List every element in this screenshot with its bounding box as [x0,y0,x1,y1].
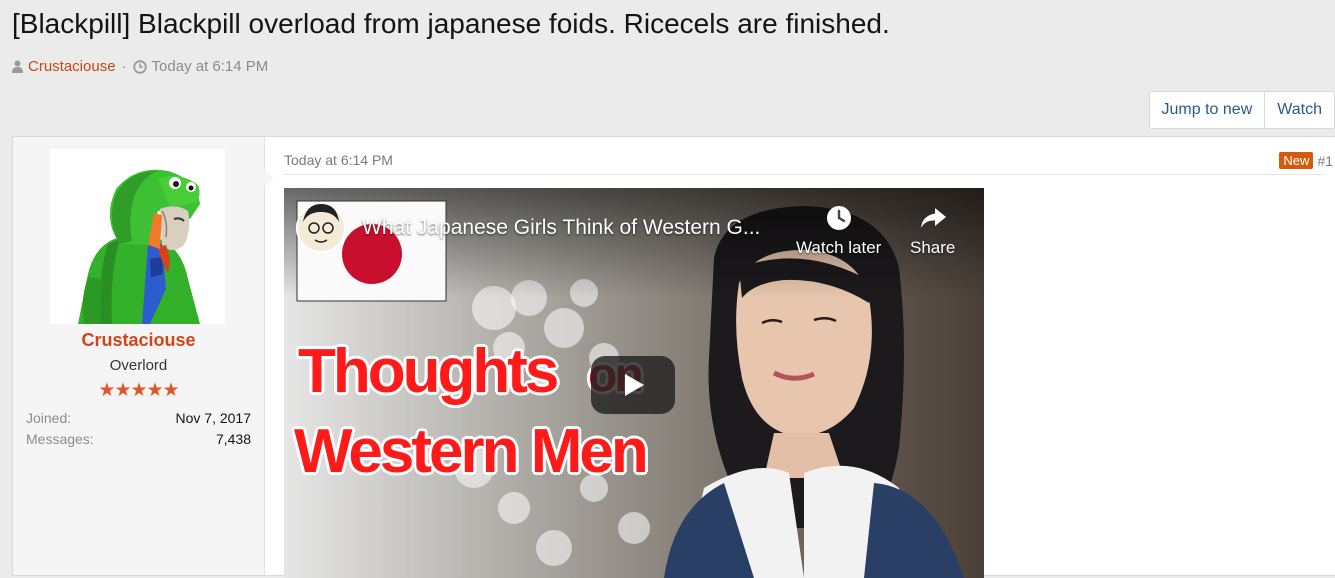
thread-date[interactable]: Today at 6:14 PM [152,58,269,75]
thread-title: [Blackpill] Blackpill overload from japa… [12,8,890,39]
user-title: Overlord [109,357,168,374]
jump-to-new-button[interactable]: Jump to new [1150,92,1265,128]
joined-value: Nov 7, 2017 [175,410,252,426]
message-date[interactable]: Today at 6:14 PM [284,152,393,168]
new-badge: New [1279,152,1314,169]
meta-separator: · [121,58,127,75]
share-button[interactable]: Share [910,204,955,258]
video-embed[interactable]: What Japanese Girls Think of Western G..… [284,188,984,578]
watch-later-button[interactable]: Watch later [796,204,881,258]
messages-label: Messages: [26,431,94,447]
play-button[interactable] [591,356,675,414]
thumbnail-text-thoughts: Thoughts [298,337,559,406]
clock-icon [132,59,147,74]
messages-value[interactable]: 7,438 [216,431,251,447]
userbox-arrow [264,169,274,187]
username-link[interactable]: Crustaciouse [13,330,264,351]
watch-later-label: Watch later [796,238,882,257]
video-title-link[interactable]: What Japanese Girls Think of Western G..… [362,216,760,240]
user-icon [12,60,23,73]
clock-icon [825,204,853,232]
message-divider [284,174,1323,175]
watch-button[interactable]: Watch [1264,92,1334,128]
user-rank-stars: ★★★★★ [98,380,179,401]
thread-actions: Jump to new Watch [1148,91,1335,129]
thread-author-link[interactable]: Crustaciouse [28,58,116,75]
message-meta: New #1 [1279,152,1333,169]
thread-meta: Crustaciouse · Today at 6:14 PM [12,58,268,75]
share-icon [919,204,947,232]
post: Crustaciouse Overlord ★★★★★ Joined: Nov … [12,136,1335,578]
avatar[interactable] [50,149,225,324]
joined-stat: Joined: Nov 7, 2017 [26,410,251,426]
messages-stat: Messages: 7,438 [26,431,251,447]
post-number-link[interactable]: #1 [1317,153,1333,169]
thumbnail-text-western-men: Western Men [294,417,649,486]
joined-label: Joined: [26,410,72,426]
user-info-panel: Crustaciouse Overlord ★★★★★ Joined: Nov … [13,137,265,575]
share-label: Share [910,238,956,257]
